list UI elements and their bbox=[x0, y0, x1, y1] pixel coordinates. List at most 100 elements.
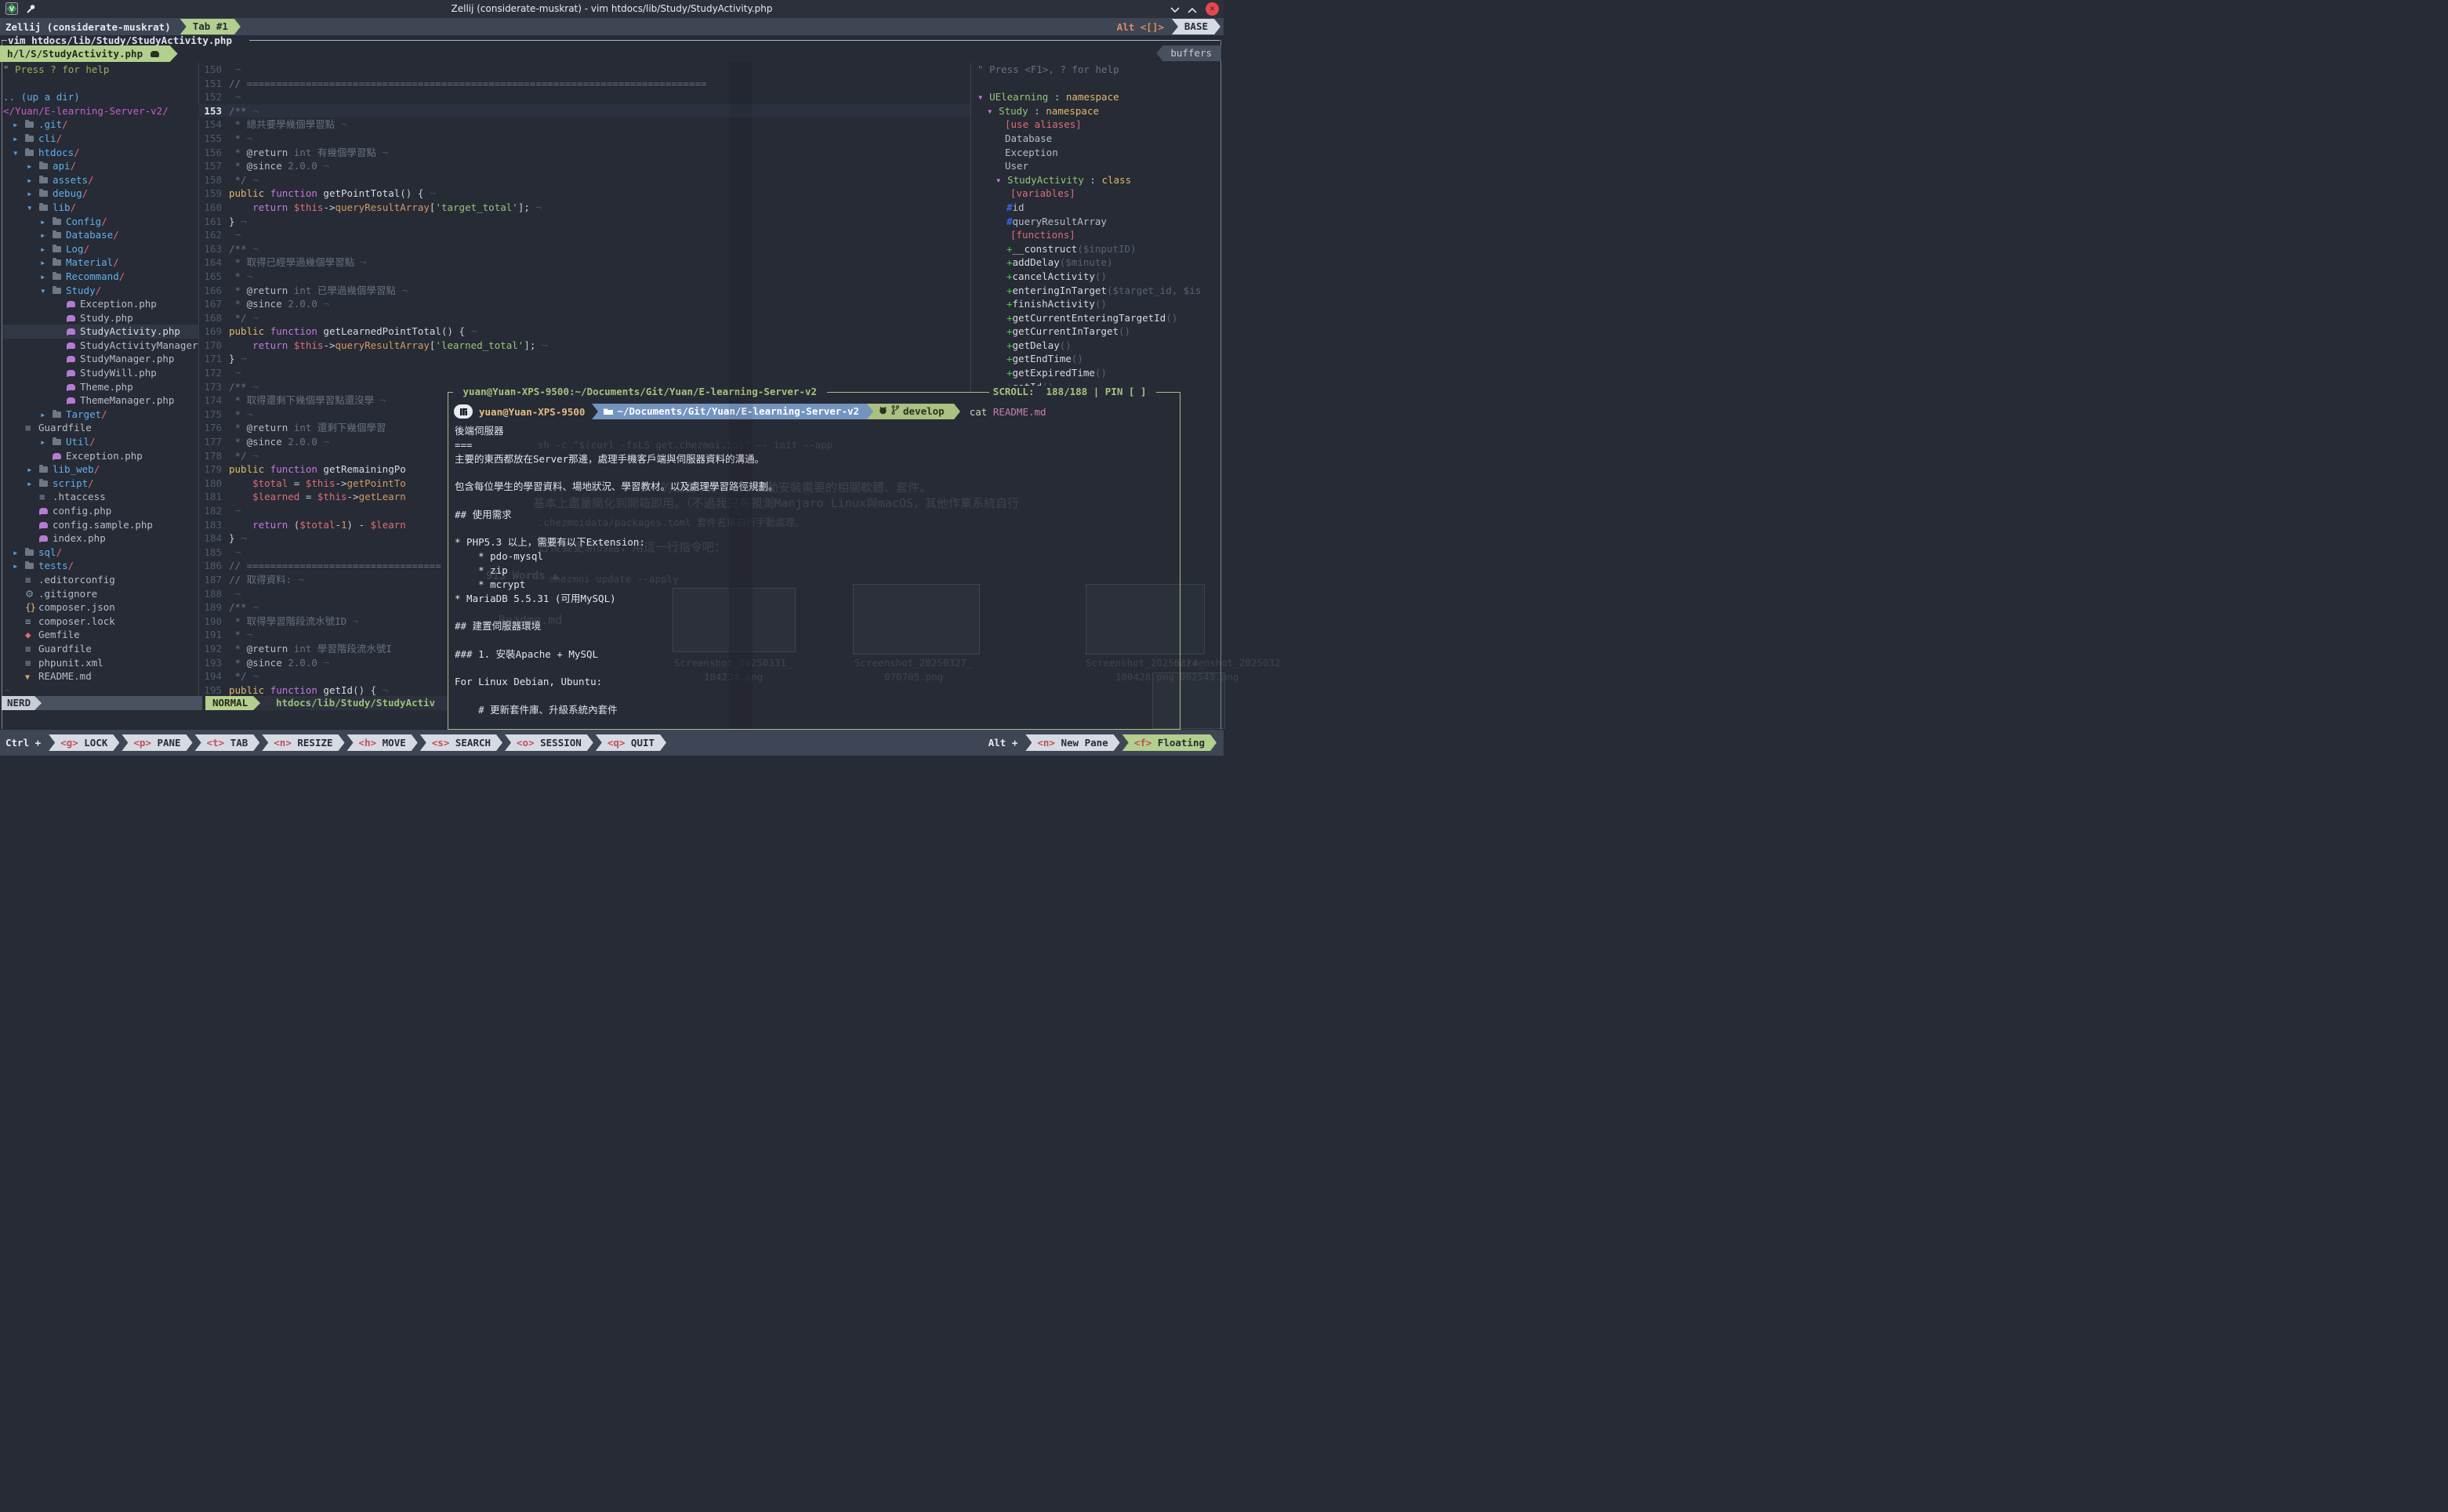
floating-terminal-pane[interactable]: yuan@Yuan-XPS-9500:~/Documents/Git/Yuan/… bbox=[448, 392, 1180, 730]
chevron-down-icon[interactable]: ▾ bbox=[40, 284, 53, 298]
chevron-right-icon[interactable]: ▸ bbox=[40, 256, 53, 270]
code-line[interactable]: 166 * @return int 已學過幾個學習點 ¬ bbox=[198, 284, 970, 298]
chevron-right-icon[interactable]: ▸ bbox=[27, 173, 39, 187]
code-line[interactable]: 152 ¬ bbox=[198, 90, 970, 104]
code-line[interactable]: 160 return $this->queryResultArray['targ… bbox=[198, 201, 970, 215]
tag-item[interactable]: #queryResultArray bbox=[971, 215, 1224, 229]
tree-item[interactable]: ◆Gemfile bbox=[3, 628, 198, 642]
tree-item[interactable]: ▸lib_web/ bbox=[3, 462, 198, 477]
tree-item[interactable]: ▸Target/ bbox=[3, 408, 198, 422]
tree-item[interactable]: ▸script/ bbox=[3, 477, 198, 491]
tree-item[interactable]: StudyManager.php bbox=[3, 352, 198, 366]
tree-item[interactable]: {}composer.json bbox=[3, 600, 198, 615]
tree-item[interactable]: ≡phpunit.xml bbox=[3, 656, 198, 670]
code-line[interactable]: 171} ¬ bbox=[198, 352, 970, 366]
tag-item[interactable]: +addDelay($minute) bbox=[971, 256, 1224, 270]
tree-item[interactable]: StudyActivityManager.php bbox=[3, 339, 198, 353]
chevron-right-icon[interactable]: ▸ bbox=[13, 559, 25, 573]
tag-item[interactable]: ▾ Study : namespace bbox=[971, 104, 1224, 118]
tree-item[interactable]: ▾htdocs/ bbox=[3, 146, 198, 160]
chevron-right-icon[interactable]: ▸ bbox=[27, 187, 39, 201]
tree-item[interactable]: ▸Database/ bbox=[3, 228, 198, 242]
chevron-right-icon[interactable]: ▸ bbox=[40, 270, 53, 284]
chevron-right-icon[interactable]: ▸ bbox=[27, 462, 39, 477]
code-line[interactable]: 156 * @return int 有幾個學習點 ¬ bbox=[198, 146, 970, 160]
tree-item[interactable]: Study.php bbox=[3, 311, 198, 325]
code-line[interactable]: 163/** ¬ bbox=[198, 242, 970, 256]
code-line[interactable]: 159public function getPointTotal() { ¬ bbox=[198, 187, 970, 201]
tag-item[interactable]: [use aliases] bbox=[971, 118, 1224, 132]
tag-item[interactable]: ▾ StudyActivity : class bbox=[971, 173, 1224, 187]
code-line[interactable]: 168 */ ¬ bbox=[198, 311, 970, 325]
tree-item[interactable]: config.php bbox=[3, 504, 198, 518]
chevron-right-icon[interactable]: ▸ bbox=[40, 242, 53, 256]
tagbar-panel[interactable]: " Press <F1>, ? for help▾ UElearning : n… bbox=[970, 63, 1224, 393]
chevron-right-icon[interactable]: ▸ bbox=[40, 435, 53, 449]
tree-item[interactable]: ▸Recommand/ bbox=[3, 270, 198, 284]
chevron-right-icon[interactable]: ▸ bbox=[27, 159, 39, 173]
code-line[interactable]: 150 ¬ bbox=[198, 63, 970, 77]
code-line[interactable]: 172 ¬ bbox=[198, 366, 970, 380]
tree-item[interactable]: ≡.htaccess bbox=[3, 490, 198, 504]
code-line[interactable]: 165 * ¬ bbox=[198, 270, 970, 284]
code-line[interactable]: 157 * @since 2.0.0 ¬ bbox=[198, 159, 970, 173]
tree-item[interactable]: ▸Material/ bbox=[3, 256, 198, 270]
tag-item[interactable]: Exception bbox=[971, 146, 1224, 160]
tag-item[interactable]: +finishActivity() bbox=[971, 297, 1224, 311]
chevron-down-icon[interactable]: ▾ bbox=[13, 146, 25, 160]
code-line[interactable]: 151// ==================================… bbox=[198, 77, 970, 91]
chevron-right-icon[interactable]: ▸ bbox=[13, 118, 25, 132]
tree-up-dir[interactable]: .. (up a dir) bbox=[3, 90, 198, 104]
tree-item[interactable]: ≡Guardfile bbox=[3, 421, 198, 435]
tree-item[interactable]: ▸.git/ bbox=[3, 118, 198, 132]
code-line[interactable]: 167 * @since 2.0.0 ¬ bbox=[198, 297, 970, 311]
tree-item[interactable]: Theme.php bbox=[3, 380, 198, 394]
tag-item[interactable]: [variables] bbox=[971, 187, 1224, 201]
minimize-icon[interactable] bbox=[1170, 5, 1180, 16]
tree-item[interactable]: ▸tests/ bbox=[3, 559, 198, 573]
nerdtree-panel[interactable]: " Press ? for help.. (up a dir)</Yuan/E-… bbox=[3, 63, 198, 697]
tree-item[interactable]: config.sample.php bbox=[3, 518, 198, 532]
tree-item[interactable]: ▸assets/ bbox=[3, 173, 198, 187]
chevron-right-icon[interactable]: ▸ bbox=[40, 228, 53, 242]
tree-item[interactable]: ▸debug/ bbox=[3, 187, 198, 201]
chevron-right-icon[interactable]: ▸ bbox=[40, 408, 53, 422]
code-line[interactable]: 162 ¬ bbox=[198, 228, 970, 242]
tag-item[interactable]: +getCurrentEnteringTargetId() bbox=[971, 311, 1224, 325]
tree-item[interactable]: ▸sql/ bbox=[3, 546, 198, 560]
tree-item[interactable]: ⚙.gitignore bbox=[3, 587, 198, 601]
tree-item[interactable]: Exception.php bbox=[3, 297, 198, 311]
code-line[interactable]: 154 * 總共要學幾個學習點 ¬ bbox=[198, 118, 970, 132]
code-line[interactable]: 161} ¬ bbox=[198, 215, 970, 229]
tree-item[interactable]: Exception.php bbox=[3, 449, 198, 463]
tree-item[interactable]: ▸cli/ bbox=[3, 132, 198, 146]
tag-item[interactable]: +getEndTime() bbox=[971, 352, 1224, 366]
code-line[interactable]: 170 return $this->queryResultArray['lear… bbox=[198, 339, 970, 353]
tree-item[interactable]: ▾Study/ bbox=[3, 284, 198, 298]
code-line[interactable]: 158 */ ¬ bbox=[198, 173, 970, 187]
tree-item[interactable]: ▾lib/ bbox=[3, 201, 198, 215]
tree-item[interactable]: ▸Log/ bbox=[3, 242, 198, 256]
tag-item[interactable]: +getDelay() bbox=[971, 339, 1224, 353]
tag-item[interactable]: [functions] bbox=[971, 228, 1224, 242]
tree-item[interactable]: ▸api/ bbox=[3, 159, 198, 173]
tag-item[interactable]: +cancelActivity() bbox=[971, 270, 1224, 284]
chevron-right-icon[interactable]: ▸ bbox=[40, 215, 53, 229]
tree-item[interactable]: index.php bbox=[3, 531, 198, 546]
close-icon[interactable]: ✕ bbox=[1206, 2, 1219, 16]
tag-item[interactable]: +getExpiredTime() bbox=[971, 366, 1224, 380]
tree-item[interactable]: ▼README.md bbox=[3, 669, 198, 683]
tag-item[interactable]: +enteringInTarget($target_id, $is bbox=[971, 284, 1224, 298]
buffers-tab[interactable]: buffers bbox=[1156, 45, 1221, 61]
chevron-right-icon[interactable]: ▸ bbox=[27, 477, 39, 491]
chevron-down-icon[interactable]: ▾ bbox=[27, 201, 39, 215]
tag-item[interactable]: User bbox=[971, 159, 1224, 173]
tree-item[interactable]: StudyActivity.php bbox=[3, 325, 198, 339]
tag-item[interactable]: ▾ UElearning : namespace bbox=[971, 90, 1224, 104]
code-line[interactable]: 164 * 取得已經學過幾個學習點 ¬ bbox=[198, 256, 970, 270]
chevron-right-icon[interactable]: ▸ bbox=[13, 132, 25, 146]
tag-item[interactable]: +__construct($inputID) bbox=[971, 242, 1224, 256]
chevron-right-icon[interactable]: ▸ bbox=[13, 546, 25, 560]
tree-item[interactable]: ≡.editorconfig bbox=[3, 573, 198, 587]
tree-item[interactable]: StudyWill.php bbox=[3, 366, 198, 380]
